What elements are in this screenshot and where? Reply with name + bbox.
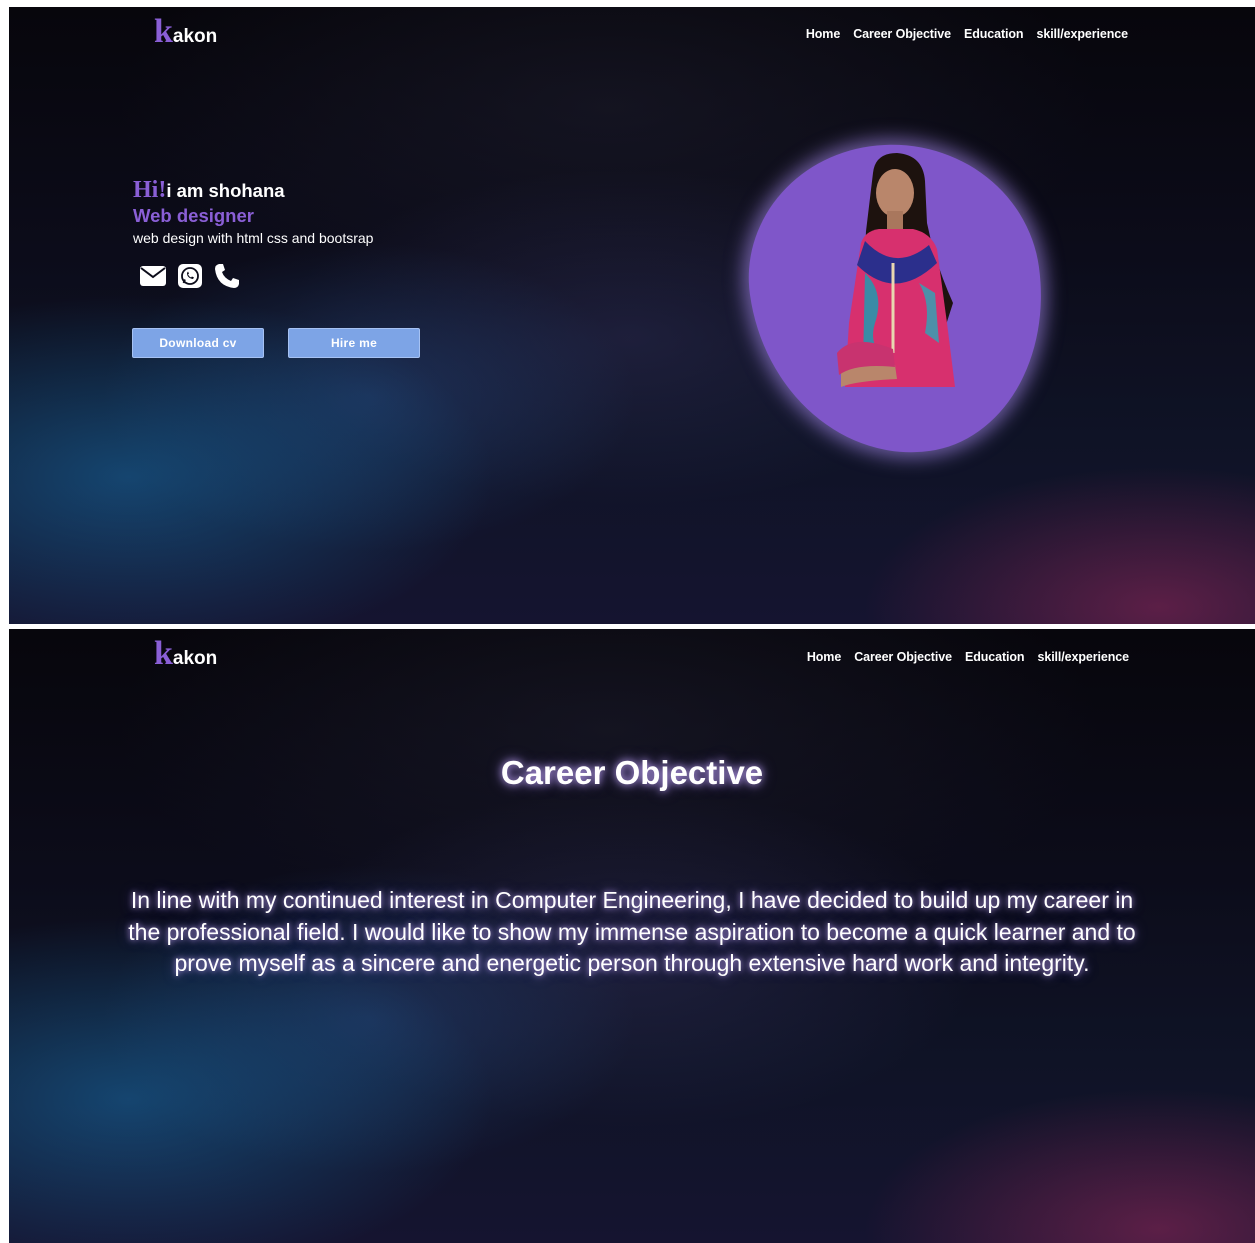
nav-career-objective[interactable]: Career Objective [854,650,952,664]
greeting-name: i am shohana [166,180,285,201]
phone-icon[interactable] [213,262,241,290]
nav-skill-experience[interactable]: skill/experience [1036,27,1128,41]
logo-initial: k [154,635,173,672]
hero-intro: Hi! i am shohana Web designer web design… [133,177,373,246]
greeting-hi: Hi! [133,177,167,203]
logo[interactable]: k akon [154,637,217,671]
career-objective-title: Career Objective [500,754,764,791]
profile-photo [837,153,955,387]
career-objective-text: In line with my continued interest in Co… [128,887,1136,976]
nav-home[interactable]: Home [807,650,841,664]
nav-home[interactable]: Home [806,27,840,41]
download-cv-button[interactable]: Download cv [132,328,264,358]
hire-me-button[interactable]: Hire me [288,328,420,358]
role-title: Web designer [133,205,254,226]
career-section: k akon Home Career Objective Education s… [9,629,1255,1243]
main-nav: Home Career Objective Education skill/ex… [807,650,1129,664]
nav-career-objective[interactable]: Career Objective [853,27,951,41]
whatsapp-icon[interactable] [177,263,203,289]
greeting: Hi! i am shohana [133,177,373,204]
logo-text: akon [172,648,218,669]
nav-education[interactable]: Education [965,650,1025,664]
hero-section: k akon Home Career Objective Education s… [9,7,1255,624]
envelope-icon[interactable] [139,265,167,287]
logo[interactable]: k akon [154,15,217,49]
main-nav: Home Career Objective Education skill/ex… [806,27,1128,41]
social-links [139,262,241,290]
nav-skill-experience[interactable]: skill/experience [1037,650,1129,664]
tagline: web design with html css and bootsrap [133,230,374,246]
nav-education[interactable]: Education [964,27,1024,41]
logo-text: akon [172,26,218,47]
logo-initial: k [154,13,173,50]
